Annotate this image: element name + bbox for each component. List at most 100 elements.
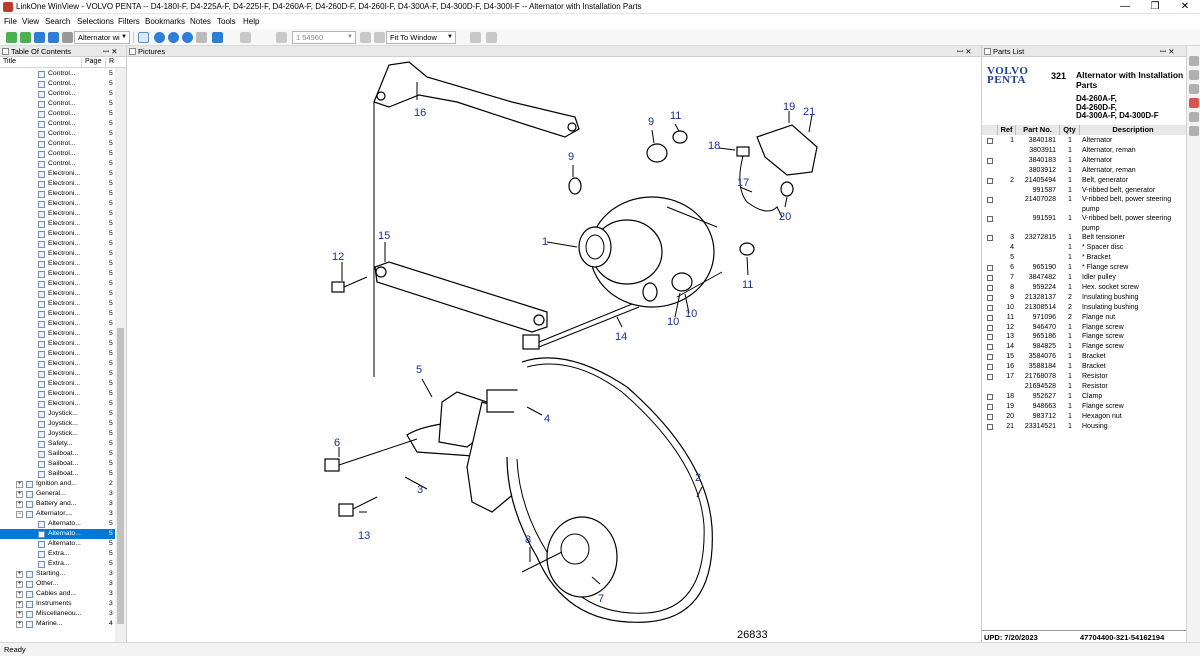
callout-15[interactable]: 15 [378,230,390,242]
tools-icon[interactable] [1189,126,1199,136]
print-icon[interactable] [196,32,207,43]
toc-item[interactable]: + Instruments 3 [0,599,115,609]
toc-item[interactable]: Alternato... 5 [0,529,115,539]
parts-row[interactable]: 1 3840181 1 Alternator [982,136,1186,146]
expand-toggle-icon[interactable]: − [16,511,23,518]
menu-help[interactable]: Help [243,17,259,26]
previous-icon[interactable] [154,32,165,43]
row-checkbox[interactable] [987,354,993,361]
parts-row[interactable]: 21694528 1 Resistor [982,382,1186,392]
row-checkbox[interactable] [987,235,993,242]
expand-toggle-icon[interactable]: + [16,601,23,608]
callout-10a[interactable]: 10 [667,316,679,328]
bushing-10[interactable] [671,272,693,292]
toc-item[interactable]: Electroni... 5 [0,309,115,319]
parts-row[interactable]: 8 959224 1 Hex. socket screw [982,283,1186,293]
parts-row[interactable]: 12 946470 1 Flange screw [982,323,1186,333]
bushing-9[interactable] [568,177,582,195]
toc-item[interactable]: Control... 5 [0,139,115,149]
callout-2[interactable]: 2 [695,472,701,484]
housing-21[interactable] [756,124,818,176]
row-checkbox[interactable] [987,324,993,331]
menu-bookmarks[interactable]: Bookmarks [145,17,185,26]
zoom-icon[interactable] [360,32,371,43]
toc-item[interactable]: Sailboat... 5 [0,459,115,469]
toc-item[interactable]: Joystick... 5 [0,419,115,429]
home-icon[interactable] [34,32,45,43]
callout-11a[interactable]: 11 [670,110,681,122]
toc-item[interactable]: Electroni... 5 [0,239,115,249]
toc-item[interactable]: Alternato... 5 [0,519,115,529]
nut-11[interactable] [739,242,755,256]
parts-row[interactable]: 10 21308514 2 Insulating bushing [982,303,1186,313]
open-book-icon[interactable] [62,32,73,43]
bushing-9[interactable] [646,143,668,163]
close-button[interactable]: ✕ [1170,0,1200,14]
parts-row[interactable]: 6 965190 1 * Flange screw [982,263,1186,273]
parts-row[interactable]: 2 21405494 1 Belt, generator [982,176,1186,186]
col-qty[interactable]: Qty [1060,125,1080,135]
toc-item[interactable]: Electroni... 5 [0,289,115,299]
callout-10b[interactable]: 10 [685,308,697,320]
pin-icon[interactable]: ꟷ ✕ [1160,46,1174,57]
toc-item[interactable]: Electroni... 5 [0,169,115,179]
parts-row[interactable]: 19 948663 1 Flange screw [982,402,1186,412]
toc-item[interactable]: Control... 5 [0,89,115,99]
hex-nut-20[interactable] [780,181,794,197]
zoom-out-icon[interactable] [1189,84,1199,94]
toc-item[interactable]: Electroni... 5 [0,349,115,359]
row-checkbox[interactable] [987,294,993,301]
parts-row[interactable]: 17 21768078 1 Resistor [982,372,1186,382]
parts-row[interactable]: 9 21328137 2 Insulating bushing [982,293,1186,303]
toc-item[interactable]: Electroni... 5 [0,189,115,199]
toc-item[interactable]: Sailboat... 5 [0,449,115,459]
toc-item[interactable]: Electroni... 5 [0,229,115,239]
parts-row[interactable]: 21 23314521 1 Housing [982,422,1186,432]
row-checkbox[interactable] [987,284,993,291]
callout-4[interactable]: 4 [544,413,550,425]
toc-scroll-thumb[interactable] [117,328,124,624]
toc-item[interactable]: Extra... 5 [0,559,115,569]
toc-item[interactable]: Electroni... 5 [0,179,115,189]
toc-item[interactable]: Joystick... 5 [0,429,115,439]
pin-icon[interactable]: ꟷ ✕ [957,46,971,57]
callout-3[interactable]: 3 [417,484,423,496]
menu-selections[interactable]: Selections [77,17,114,26]
zoom-combo[interactable]: Fit To Window ▼ [386,31,456,44]
toc-item[interactable]: Electroni... 5 [0,279,115,289]
parts-row[interactable]: 4 1 * Spacer disc [982,243,1186,253]
callout-9b[interactable]: 9 [648,116,654,128]
callout-17[interactable]: 17 [737,177,749,189]
row-checkbox[interactable] [987,413,993,420]
clamp-18[interactable] [736,146,750,157]
toc-item[interactable]: Electroni... 5 [0,329,115,339]
next-icon[interactable] [168,32,179,43]
toc-col-r[interactable]: R [106,58,118,68]
parts-row[interactable]: 3803911 1 Alternator, reman [982,146,1186,156]
menu-file[interactable]: File [4,17,17,26]
toc-item[interactable]: Safety... 5 [0,439,115,449]
restore-button[interactable]: ❐ [1140,0,1170,14]
menu-view[interactable]: View [22,17,39,26]
callout-1[interactable]: 1 [542,236,548,248]
row-checkbox[interactable] [987,177,993,184]
parts-row[interactable]: 14 984825 1 Flange screw [982,342,1186,352]
row-checkbox[interactable] [987,423,993,430]
toc-item[interactable]: Electroni... 5 [0,399,115,409]
book-combo[interactable]: Alternator wi ▼ [74,31,130,44]
fit-icon[interactable] [374,32,385,43]
callout-16[interactable]: 16 [414,107,426,119]
row-checkbox[interactable] [987,393,993,400]
row-checkbox[interactable] [987,314,993,321]
pan-icon[interactable] [470,32,481,43]
row-checkbox[interactable] [987,197,993,204]
toc-item[interactable]: + Marine... 4 [0,619,115,629]
toc-item[interactable]: + Battery and... 3 [0,499,115,509]
parts-row[interactable]: 20 983712 1 Hexagon nut [982,412,1186,422]
parts-row[interactable]: 5 1 * Bracket [982,253,1186,263]
nut-11[interactable] [672,130,688,144]
toc-item[interactable]: Electroni... 5 [0,369,115,379]
toc-item[interactable]: Control... 5 [0,79,115,89]
parts-row[interactable]: 3803912 1 Alternator, reman [982,166,1186,176]
parts-row[interactable]: 991587 1 V-ribbed belt, generator [982,186,1186,196]
